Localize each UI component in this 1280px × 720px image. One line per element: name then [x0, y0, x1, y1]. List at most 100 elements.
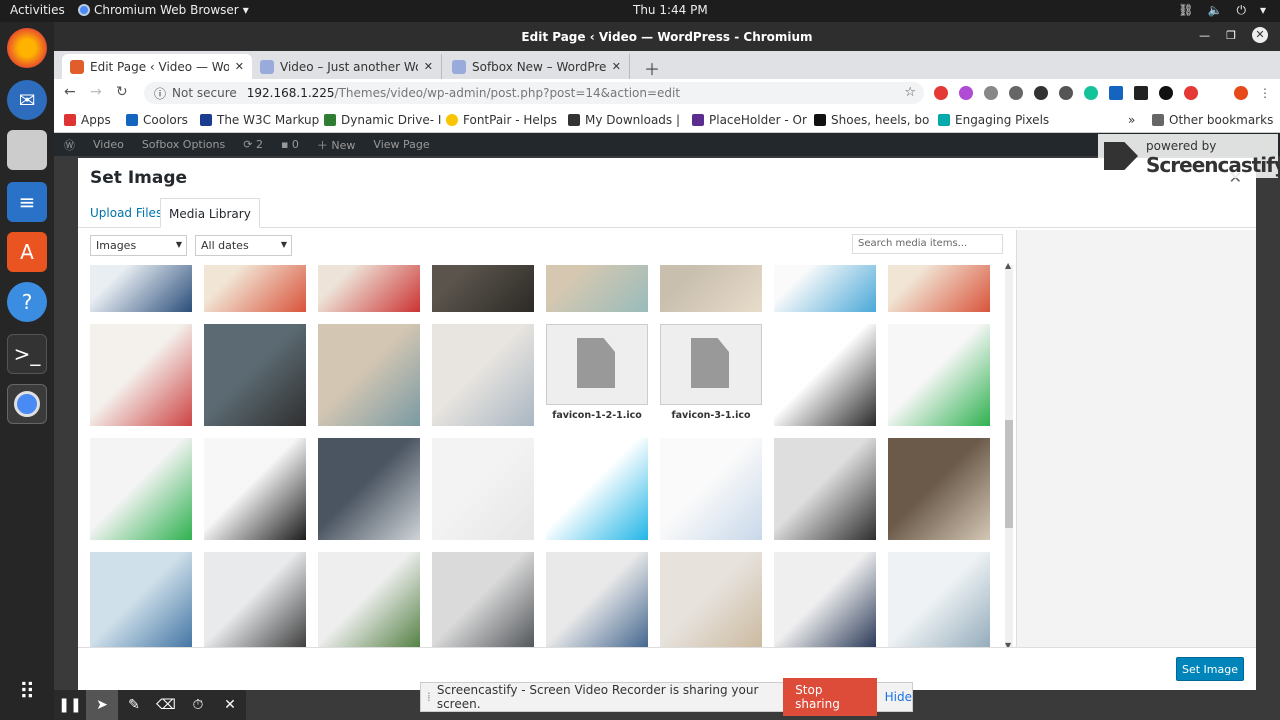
media-type-select[interactable]: Images ▼ [90, 235, 187, 256]
back-icon[interactable]: ← [64, 84, 76, 100]
address-bar[interactable]: ⓘ Not secure 192.168.1.225/Themes/video/… [144, 82, 924, 104]
attachment-thumbnail[interactable] [888, 324, 990, 426]
tab-upload-files[interactable]: Upload Files [82, 198, 170, 228]
admin-bar-sofbox[interactable]: Sofbox Options [142, 138, 225, 151]
record-icon[interactable] [1184, 86, 1198, 100]
profile-avatar[interactable] [1234, 86, 1248, 100]
bookmark-item[interactable]: FontPair - Helps [446, 113, 557, 127]
files-icon[interactable] [7, 130, 47, 170]
system-tray[interactable]: ⛓ 🔈 ⏻ ▾ [1178, 3, 1266, 18]
bookmark-item[interactable]: Dynamic Drive- I [324, 113, 441, 127]
pause-icon[interactable]: ❚❚ [54, 697, 86, 713]
forward-icon[interactable]: → [90, 84, 102, 100]
menu-icon[interactable]: ⋮ [1259, 86, 1271, 100]
stop-sharing-button[interactable]: Stop sharing [783, 678, 877, 716]
timer-icon[interactable]: ⏱ [182, 697, 214, 713]
info-icon[interactable]: ⓘ [154, 85, 166, 102]
media-date-select[interactable]: All dates ▼ [195, 235, 292, 256]
close-tab-icon[interactable]: ✕ [424, 60, 433, 73]
attachment-thumbnail[interactable] [318, 324, 420, 426]
app-menu[interactable]: Chromium Web Browser ▾ [78, 3, 249, 17]
show-applications-icon[interactable]: ⠿ [7, 672, 47, 712]
search-media-input[interactable]: Search media items... [852, 234, 1003, 254]
extension-icon[interactable] [1059, 86, 1073, 100]
attachment-thumbnail[interactable] [318, 438, 420, 540]
attachment-thumbnail[interactable] [546, 265, 648, 312]
attachment-thumbnail[interactable] [660, 265, 762, 312]
tab-sofbox[interactable]: Sofbox New – WordPress ✕ [444, 54, 630, 79]
bookmark-item[interactable]: My Downloads | [568, 113, 680, 127]
software-center-icon[interactable]: A [7, 232, 47, 272]
firefox-icon[interactable] [7, 28, 47, 68]
extension-icon[interactable] [959, 86, 973, 100]
hide-button[interactable]: Hide [885, 690, 912, 704]
bookmark-item[interactable]: Engaging Pixels [938, 113, 1049, 127]
attachment-thumbnail[interactable] [888, 265, 990, 312]
attachment-thumbnail[interactable] [432, 265, 534, 312]
admin-bar-view-page[interactable]: View Page [373, 138, 429, 151]
attachment-thumbnail[interactable] [90, 438, 192, 540]
bookmark-star-icon[interactable]: ☆ [904, 85, 916, 100]
wordpress-logo-icon[interactable]: Ⓦ [64, 137, 75, 153]
attachment-thumbnail[interactable] [432, 324, 534, 426]
attachment-thumbnail[interactable] [90, 552, 192, 647]
attachment-thumbnail[interactable] [546, 552, 648, 647]
attachment-file[interactable]: favicon-1-2-1.ico [546, 324, 648, 426]
extension-icon[interactable] [1159, 86, 1173, 100]
attachment-thumbnail[interactable] [546, 438, 648, 540]
tab-edit-page[interactable]: Edit Page ‹ Video — WordPress ✕ [62, 54, 252, 79]
bookmark-item[interactable]: PlaceHolder - Or [692, 113, 807, 127]
minimize-icon[interactable]: — [1199, 29, 1210, 43]
attachment-file[interactable]: favicon-3-1.ico [660, 324, 762, 426]
new-tab-icon[interactable]: ＋ [644, 56, 660, 80]
attachment-thumbnail[interactable] [774, 265, 876, 312]
close-tab-icon[interactable]: ✕ [612, 60, 621, 73]
tab-media-library[interactable]: Media Library [160, 198, 260, 228]
maximize-icon[interactable]: ❐ [1226, 29, 1236, 43]
clock[interactable]: Thu 1:44 PM [633, 3, 708, 17]
bookmark-item[interactable]: Shoes, heels, bo [814, 113, 929, 127]
attachment-thumbnail[interactable] [888, 552, 990, 647]
extension-icon[interactable] [1034, 86, 1048, 100]
drag-handle-icon[interactable]: ⁞ [427, 690, 431, 704]
other-bookmarks[interactable]: Other bookmarks [1152, 113, 1273, 127]
close-tab-icon[interactable]: ✕ [235, 60, 244, 73]
admin-bar-site[interactable]: Video [93, 138, 124, 151]
attachment-thumbnail[interactable] [318, 552, 420, 647]
close-icon[interactable]: ✕ [214, 697, 246, 713]
attachment-thumbnail[interactable] [888, 438, 990, 540]
attachment-thumbnail[interactable] [204, 552, 306, 647]
attachment-thumbnail[interactable] [774, 324, 876, 426]
extension-icon[interactable] [1134, 86, 1148, 100]
admin-bar-new[interactable]: ＋ New [317, 137, 356, 153]
chromium-dock-icon[interactable] [7, 384, 47, 424]
admin-bar-updates[interactable]: ⟳ 2 [243, 138, 263, 151]
camera-icon[interactable] [984, 86, 998, 100]
attachment-thumbnail[interactable] [204, 438, 306, 540]
bookmark-item[interactable]: Coolors [126, 113, 188, 127]
set-image-button[interactable]: Set Image [1176, 657, 1244, 681]
attachment-thumbnail[interactable] [660, 438, 762, 540]
attachment-thumbnail[interactable] [204, 265, 306, 312]
close-icon[interactable]: ✕ [1252, 27, 1268, 43]
attachment-thumbnail[interactable] [432, 552, 534, 647]
bookmark-item[interactable]: The W3C Markup [200, 113, 319, 127]
pen-icon[interactable]: ✎ [118, 697, 150, 713]
eraser-icon[interactable]: ⌫ [150, 697, 182, 713]
terminal-icon[interactable]: >_ [7, 334, 47, 374]
attachment-thumbnail[interactable] [774, 552, 876, 647]
scrollbar-thumb[interactable] [1005, 420, 1013, 528]
tab-video-site[interactable]: Video – Just another WordPress ✕ [252, 54, 442, 79]
attachment-thumbnail[interactable] [318, 265, 420, 312]
more-bookmarks-icon[interactable]: » [1128, 113, 1135, 127]
grid-scrollbar[interactable]: ▲ ▼ [1005, 261, 1013, 650]
bookmark-apps[interactable]: Apps [64, 113, 111, 127]
activities-button[interactable]: Activities [10, 3, 65, 17]
attachment-thumbnail[interactable] [660, 552, 762, 647]
attachment-thumbnail[interactable] [432, 438, 534, 540]
attachment-thumbnail[interactable] [774, 438, 876, 540]
help-icon[interactable]: ? [7, 282, 47, 322]
cursor-icon[interactable]: ➤ [86, 690, 118, 720]
grammarly-icon[interactable] [1084, 86, 1098, 100]
writer-icon[interactable]: ≡ [7, 182, 47, 222]
